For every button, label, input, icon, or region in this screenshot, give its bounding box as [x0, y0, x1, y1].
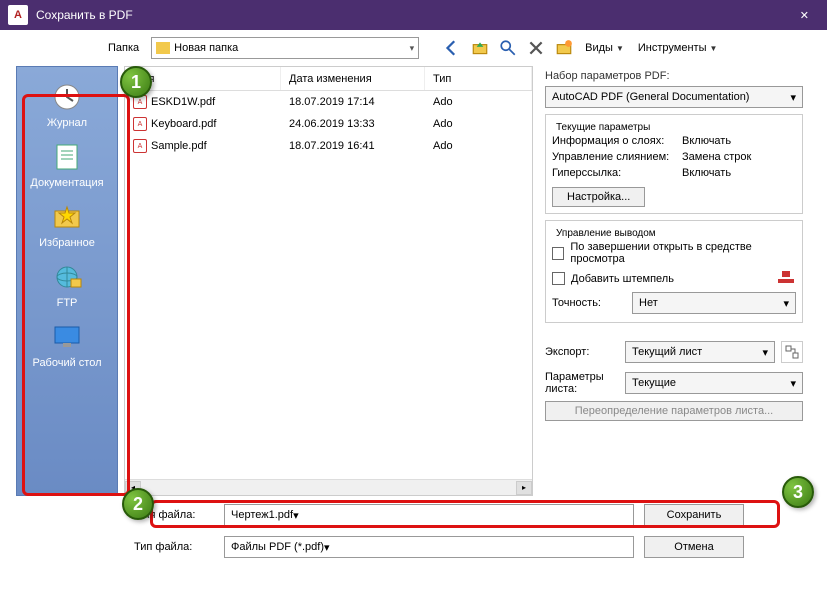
open-after-label: По завершении открыть в средстве просмот…	[570, 241, 796, 265]
chevron-down-icon: ▾	[762, 346, 768, 359]
sidebar-item-history[interactable]: Журнал	[17, 77, 117, 133]
pdf-settings-panel: Набор параметров PDF: AutoCAD PDF (Gener…	[533, 66, 811, 496]
export-label: Экспорт:	[545, 346, 619, 358]
sidebar-label: Журнал	[47, 117, 87, 129]
chevron-down-icon: ▾	[324, 541, 330, 554]
save-button[interactable]: Сохранить	[644, 504, 744, 526]
documents-icon	[51, 141, 83, 173]
preset-dropdown[interactable]: AutoCAD PDF (General Documentation) ▾	[545, 86, 803, 108]
pdf-icon: A	[133, 139, 147, 153]
sidebar-item-ftp[interactable]: FTP	[17, 257, 117, 313]
sidebar-item-desktop[interactable]: Рабочий стол	[17, 317, 117, 373]
delete-button[interactable]	[525, 37, 547, 59]
chevron-down-icon: ▾	[783, 297, 789, 310]
chevron-down-icon: ▾	[790, 377, 796, 390]
pdf-icon: A	[133, 117, 147, 131]
col-type[interactable]: Тип	[425, 67, 532, 90]
cancel-button[interactable]: Отмена	[644, 536, 744, 558]
chevron-down-icon: ▾	[410, 43, 415, 54]
current-params-fieldset: Текущие параметры Информация о слоях:Вкл…	[545, 114, 803, 214]
col-date[interactable]: Дата изменения	[281, 67, 425, 90]
history-icon	[51, 81, 83, 113]
folder-icon	[156, 42, 170, 54]
select-sheets-button[interactable]	[781, 341, 803, 363]
views-menu[interactable]: Виды▼	[581, 42, 628, 54]
open-after-checkbox[interactable]	[552, 247, 564, 260]
precision-label: Точность:	[552, 297, 626, 309]
folder-value: Новая папка	[174, 42, 409, 54]
desktop-icon	[51, 321, 83, 353]
file-list-area: Имя Дата изменения Тип AESKD1W.pdf 18.07…	[124, 66, 533, 496]
chevron-down-icon: ▾	[790, 91, 796, 104]
filename-input[interactable]: Чертеж1.pdf▾	[224, 504, 634, 526]
sheet-params-label: Параметры листа:	[545, 371, 619, 395]
precision-dropdown[interactable]: Нет▾	[632, 292, 796, 314]
close-icon[interactable]: ✕	[790, 5, 819, 26]
settings-button[interactable]: Настройка...	[552, 187, 645, 207]
file-list[interactable]: AESKD1W.pdf 18.07.2019 17:14 Ado AKeyboa…	[125, 91, 532, 479]
sheet-params-dropdown[interactable]: Текущие▾	[625, 372, 803, 394]
sidebar-item-documents[interactable]: Документация	[17, 137, 117, 193]
file-list-header: Имя Дата изменения Тип	[125, 67, 532, 91]
tools-menu[interactable]: Инструменты▼	[634, 42, 722, 54]
app-icon: A	[8, 5, 28, 25]
add-stamp-checkbox[interactable]	[552, 272, 565, 285]
folder-dropdown[interactable]: Новая папка ▾	[151, 37, 419, 59]
favorites-icon	[51, 201, 83, 233]
folder-label: Папка	[108, 42, 139, 54]
add-stamp-label: Добавить штемпель	[571, 273, 770, 285]
sheet-override-button: Переопределение параметров листа...	[545, 401, 803, 421]
horizontal-scrollbar[interactable]: ◂ ▸	[125, 479, 532, 495]
sidebar-label: Избранное	[39, 237, 95, 249]
sidebar-label: Рабочий стол	[32, 357, 101, 369]
scroll-right-icon[interactable]: ▸	[516, 481, 532, 495]
file-row[interactable]: AKeyboard.pdf 24.06.2019 13:33 Ado	[125, 113, 532, 135]
annotation-callout-2: 2	[122, 488, 154, 520]
sidebar-label: FTP	[57, 297, 78, 309]
sidebar-item-favorites[interactable]: Избранное	[17, 197, 117, 253]
preset-label: Набор параметров PDF:	[545, 70, 803, 82]
filetype-label: Тип файла:	[134, 541, 214, 553]
back-button[interactable]	[441, 37, 463, 59]
file-row[interactable]: ASample.pdf 18.07.2019 16:41 Ado	[125, 135, 532, 157]
window-title: Сохранить в PDF	[36, 8, 790, 22]
stamp-icon[interactable]	[776, 269, 796, 288]
export-dropdown[interactable]: Текущий лист▾	[625, 341, 775, 363]
chevron-down-icon: ▾	[293, 509, 299, 522]
annotation-callout-1: 1	[120, 66, 152, 98]
titlebar: A Сохранить в PDF ✕	[0, 0, 827, 30]
filetype-dropdown[interactable]: Файлы PDF (*.pdf)▾	[224, 536, 634, 558]
ftp-icon	[51, 261, 83, 293]
up-folder-button[interactable]	[469, 37, 491, 59]
new-folder-button[interactable]	[553, 37, 575, 59]
annotation-callout-3: 3	[782, 476, 814, 508]
places-sidebar: Журнал Документация Избранное FTP Рабочи…	[16, 66, 118, 496]
search-button[interactable]	[497, 37, 519, 59]
output-fieldset: Управление выводом По завершении открыть…	[545, 220, 803, 323]
toolbar: Папка Новая папка ▾ Виды▼ Инструменты▼	[0, 30, 827, 66]
file-row[interactable]: AESKD1W.pdf 18.07.2019 17:14 Ado	[125, 91, 532, 113]
sidebar-label: Документация	[30, 177, 103, 189]
